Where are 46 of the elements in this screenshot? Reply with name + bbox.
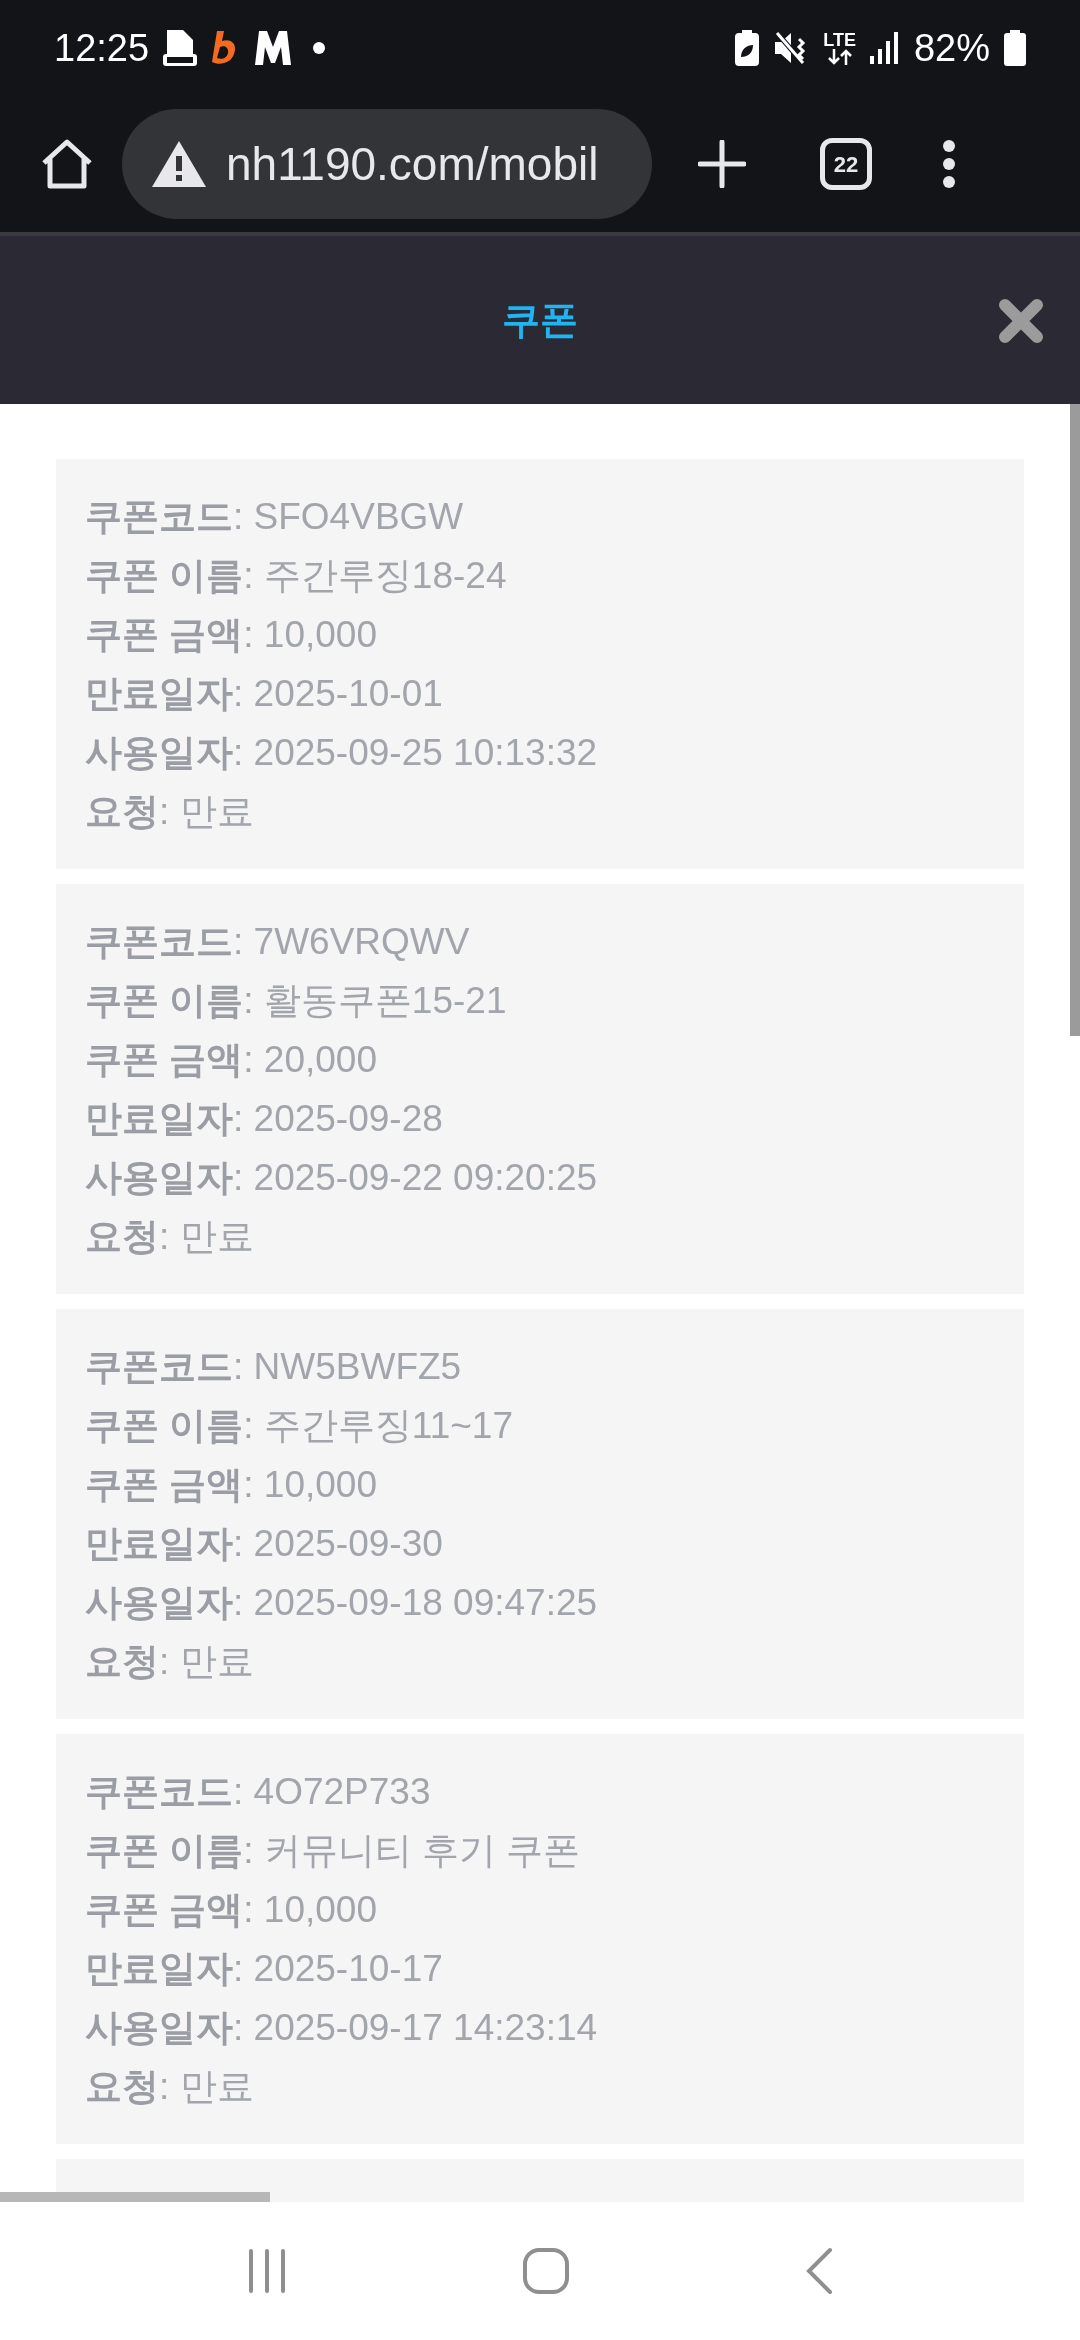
coupon-detail: 쿠폰 이름: 주간루징18-24 xyxy=(85,554,508,598)
coupon-detail: 사용일자: 2025-09-25 10:13:32 xyxy=(85,731,599,775)
data-arrows-icon xyxy=(826,49,853,65)
coupon-detail: 요청: 만료 xyxy=(85,1640,255,1684)
coupon-detail: 요청: 만료 xyxy=(85,790,255,834)
coupon-detail: 쿠폰코드: NW5BWFZ5 xyxy=(85,1345,463,1389)
battery-icon xyxy=(1004,30,1026,66)
coupon-detail: 쿠폰 이름: 커뮤니티 후기 쿠폰 xyxy=(85,1829,582,1873)
m-logo-icon xyxy=(253,31,294,65)
coupon-detail: 쿠폰 금액: 10,000 xyxy=(85,613,378,657)
status-time: 12:25 xyxy=(54,25,150,71)
coupon-detail: 사용일자: 2025-09-18 09:47:25 xyxy=(85,1581,599,1625)
signal-icon xyxy=(869,32,900,64)
tab-count-button[interactable]: 22 xyxy=(820,138,872,190)
battery-leaf-icon xyxy=(735,30,760,66)
coupon-detail: 요청: 만료 xyxy=(85,2065,255,2109)
coupon-detail: 쿠폰 금액: 20,000 xyxy=(85,1038,378,1082)
home-nav-button[interactable] xyxy=(522,2247,570,2295)
battery-percent: 82% xyxy=(913,25,990,71)
coupon-detail: 쿠폰 이름: 활동쿠폰15-21 xyxy=(85,979,508,1023)
coupon-detail: 쿠폰 금액: 10,000 xyxy=(85,1888,378,1932)
coupon-detail: 만료일자: 2025-09-30 xyxy=(85,1522,444,1566)
dot-icon xyxy=(313,42,326,54)
coupon-detail: 쿠폰 금액: 10,000 xyxy=(85,1463,378,1507)
coupon-detail: 요청: 만료 xyxy=(85,1215,255,1259)
coupon-detail: 만료일자: 2025-09-28 xyxy=(85,1097,444,1141)
coupon-detail: 사용일자: 2025-09-22 09:20:25 xyxy=(85,1156,599,1200)
new-tab-button[interactable] xyxy=(698,140,746,188)
dialog-title: 쿠폰 xyxy=(502,297,578,343)
address-bar[interactable]: nh1190.com/mobil xyxy=(122,109,652,219)
coupon-detail: 쿠폰코드: 4O72P733 xyxy=(85,1770,432,1814)
warning-icon xyxy=(152,141,206,187)
pdf-file-icon xyxy=(163,30,198,66)
home-button[interactable] xyxy=(40,139,94,189)
back-button[interactable] xyxy=(804,2247,833,2295)
menu-button[interactable] xyxy=(942,139,956,189)
coupon-detail: 만료일자: 2025-10-17 xyxy=(85,1947,444,1991)
coupon-detail: 쿠폰코드: 7W6VRQWV xyxy=(85,920,471,964)
coupon-detail: 만료일자: 2025-10-01 xyxy=(85,672,444,716)
network-type: LTE xyxy=(823,31,856,49)
close-button[interactable] xyxy=(998,298,1044,344)
coupon-detail: 쿠폰코드: SFO4VBGW xyxy=(85,495,465,539)
coupon-detail: 쿠폰 이름: 주간루징11~17 xyxy=(85,1404,514,1448)
url-text: nh1190.com/mobil xyxy=(226,136,599,192)
recent-apps-button[interactable] xyxy=(247,2248,288,2294)
coupon-detail: 사용일자: 2025-09-17 14:23:14 xyxy=(85,2006,599,2050)
